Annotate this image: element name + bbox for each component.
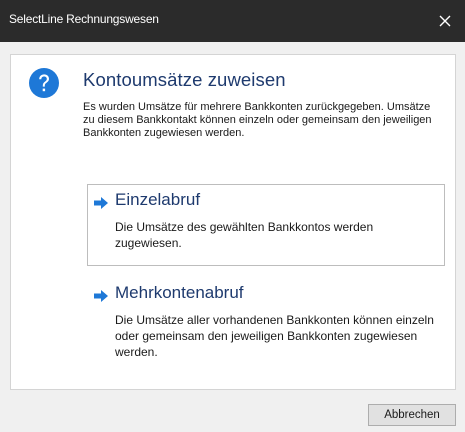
- window-title: SelectLine Rechnungswesen: [9, 12, 159, 26]
- option-einzelabruf[interactable]: Einzelabruf Die Umsätze des gewählten Ba…: [87, 184, 445, 266]
- option-title: Mehrkontenabruf: [115, 283, 244, 302]
- arrow-right-icon: [94, 290, 108, 302]
- option-description: Die Umsätze aller vorhandenen Bankkonten…: [115, 313, 434, 359]
- dialog-window: SelectLine Rechnungswesen Kontoumsätze z…: [0, 0, 465, 432]
- option-mehrkontenabruf[interactable]: Mehrkontenabruf Die Umsätze aller vorhan…: [87, 277, 445, 381]
- close-button[interactable]: [425, 0, 465, 42]
- title-bar: SelectLine Rechnungswesen: [0, 0, 465, 42]
- dialog-heading: Kontoumsätze zuweisen: [83, 69, 286, 90]
- arrow-right-icon: [94, 197, 108, 209]
- option-title: Einzelabruf: [115, 190, 201, 209]
- close-icon: [439, 15, 451, 27]
- cancel-button[interactable]: Abbrechen: [368, 404, 456, 426]
- dialog-content: Kontoumsätze zuweisen Es wurden Umsätze …: [10, 54, 456, 390]
- question-icon: [29, 68, 59, 98]
- dialog-description: Es wurden Umsätze für mehrere Bankkonten…: [83, 101, 432, 139]
- option-description: Die Umsätze des gewählten Bankkontos wer…: [115, 220, 374, 250]
